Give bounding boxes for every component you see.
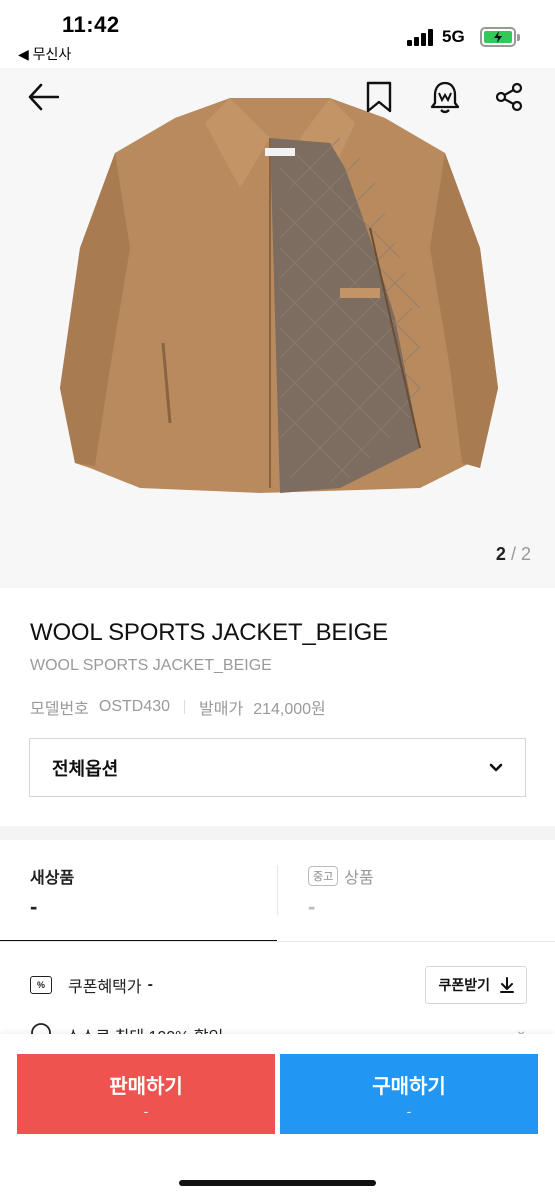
meta-divider (184, 700, 186, 714)
gallery-counter: 2 / 2 (495, 544, 531, 564)
release-price-label: 발매가 (199, 701, 244, 718)
download-icon (500, 977, 514, 993)
option-select-label: 전체옵션 (52, 758, 119, 779)
back-to-app-link[interactable]: ◀ 무신사 (18, 44, 71, 64)
coupon-icon: % (30, 976, 52, 994)
tab-used-label: 상품 (344, 870, 374, 887)
battery-icon (480, 27, 520, 47)
product-title: WOOL SPORTS JACKET_BEIGE (30, 619, 388, 646)
product-meta: 모델번호 OSTD430 발매가 214,000원 (30, 695, 326, 719)
signal-icon (407, 28, 435, 46)
model-label: 모델번호 (30, 701, 89, 718)
release-price-value: 214,000원 (253, 701, 326, 718)
tab-new-product[interactable]: 새상품 - (0, 840, 277, 942)
product-image[interactable] (0, 68, 555, 588)
coupon-row: % 쿠폰혜택가 - 쿠폰받기 (30, 966, 527, 1004)
bookmark-icon[interactable] (362, 80, 396, 114)
get-coupon-button[interactable]: 쿠폰받기 (425, 966, 527, 1004)
buy-button-price: - (406, 1102, 412, 1119)
alarm-bell-icon[interactable] (428, 80, 462, 114)
product-subtitle: WOOL SPORTS JACKET_BEIGE (30, 657, 272, 674)
tab-new-label: 새상품 (30, 870, 75, 887)
network-type: 5G (442, 27, 465, 46)
coupon-value: - (147, 976, 153, 993)
tab-used-product[interactable]: 중고 상품 - (278, 840, 555, 942)
used-badge: 중고 (308, 866, 339, 886)
share-icon[interactable] (492, 80, 526, 114)
sell-button-price: - (143, 1102, 149, 1119)
buy-button-label: 구매하기 (372, 1075, 446, 1098)
tab-new-price: - (30, 894, 38, 919)
option-select[interactable]: 전체옵션 (29, 738, 526, 797)
chevron-down-icon (489, 763, 503, 771)
coupon-label: 쿠폰혜택가 (68, 979, 142, 996)
buy-button[interactable]: 구매하기 - (280, 1054, 538, 1134)
sell-button[interactable]: 판매하기 - (17, 1054, 275, 1134)
status-time: 11:42 (62, 12, 120, 37)
sell-button-label: 판매하기 (109, 1075, 183, 1098)
tab-baseline (0, 941, 555, 942)
home-indicator[interactable] (179, 1180, 376, 1186)
model-value: OSTD430 (98, 698, 171, 715)
tab-used-price: - (308, 894, 316, 919)
back-arrow-icon[interactable] (26, 80, 60, 114)
get-coupon-label: 쿠폰받기 (438, 977, 490, 993)
tab-used-label-group: 중고 상품 (308, 864, 374, 888)
section-divider (0, 826, 555, 840)
